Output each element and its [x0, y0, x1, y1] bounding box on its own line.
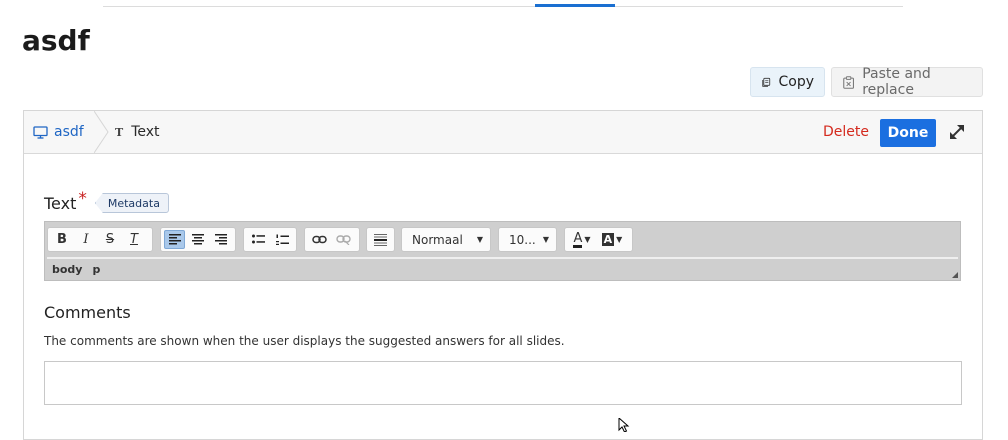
align-left-button[interactable] [164, 230, 186, 249]
breadcrumb-root[interactable]: asdf [24, 111, 103, 153]
unlink-icon [335, 235, 351, 245]
editor-resize-handle[interactable] [952, 272, 958, 278]
text-field-label-row: Text * Metadata [44, 189, 169, 213]
color-group: A ▼ A ▼ [564, 227, 633, 252]
breadcrumb-root-label: asdf [54, 124, 84, 140]
text-color-button[interactable]: A ▼ [568, 230, 596, 249]
top-divider [103, 6, 903, 7]
required-marker: * [78, 189, 87, 209]
numbered-list-button[interactable] [271, 230, 293, 249]
link-group [304, 227, 360, 252]
list-group [243, 227, 297, 252]
font-size-value: 10... [509, 232, 536, 247]
panel-header: asdf T Text Delete Done [24, 111, 982, 154]
font-size-select[interactable]: 10... ▼ [498, 227, 557, 252]
comments-label: Comments [44, 303, 131, 322]
link-button[interactable] [308, 230, 330, 249]
background-color-icon: A [601, 233, 615, 246]
remove-format-button[interactable]: T [123, 230, 145, 249]
align-center-button[interactable] [187, 230, 208, 249]
chevron-down-icon: ▼ [616, 235, 623, 244]
text-color-icon: A [573, 230, 583, 248]
align-left-icon [168, 234, 181, 245]
rich-text-editor: B I S T Normaal ▼ 10... ▼ A ▼ A ▼ body p [44, 221, 961, 281]
chevron-down-icon: ▼ [476, 235, 483, 244]
strikethrough-button[interactable]: S [99, 230, 121, 249]
breadcrumb-current: T Text [115, 111, 160, 153]
horizontal-rule-group [366, 227, 395, 252]
paragraph-format-select[interactable]: Normaal ▼ [401, 227, 491, 252]
align-center-icon [192, 234, 205, 245]
copy-icon [762, 77, 771, 87]
breadcrumb-current-label: Text [131, 124, 160, 140]
chevron-down-icon: ▼ [584, 235, 591, 244]
align-right-button[interactable] [211, 230, 232, 249]
paste-and-replace-button[interactable]: Paste and replace [831, 66, 983, 98]
active-tab-indicator [535, 4, 615, 7]
horizontal-line-button[interactable] [370, 230, 391, 249]
horizontal-line-icon [374, 233, 387, 246]
bulleted-list-button[interactable] [247, 230, 269, 249]
copy-label: Copy [778, 74, 814, 90]
alignment-group [160, 227, 236, 252]
text-field-label: Text [44, 193, 77, 213]
paragraph-format-value: Normaal [412, 232, 463, 247]
bold-button[interactable]: B [51, 230, 73, 249]
chevron-down-icon: ▼ [542, 235, 549, 244]
numbered-list-icon [275, 234, 289, 245]
copy-button[interactable]: Copy [750, 67, 825, 97]
delete-button[interactable]: Delete [823, 124, 869, 140]
done-button[interactable]: Done [880, 119, 936, 147]
element-path-p[interactable]: p [92, 263, 100, 276]
metadata-tag[interactable]: Metadata [94, 193, 169, 213]
editor-divider [47, 257, 958, 259]
unlink-button[interactable] [332, 230, 354, 249]
paste-and-replace-label: Paste and replace [862, 66, 931, 98]
paste-icon [843, 75, 854, 89]
comments-help-text: The comments are shown when the user dis… [44, 334, 565, 348]
page-title: asdf [22, 24, 90, 57]
background-color-button[interactable]: A ▼ [598, 230, 626, 249]
basic-style-group: B I S T [47, 227, 153, 252]
link-icon [311, 235, 327, 244]
comments-input[interactable] [44, 361, 962, 405]
italic-button[interactable]: I [75, 230, 97, 249]
expand-icon[interactable] [947, 122, 967, 142]
element-path-bar: body p [52, 263, 100, 276]
text-type-icon: T [115, 125, 124, 139]
element-path-body[interactable]: body [52, 263, 82, 276]
align-right-icon [215, 234, 228, 245]
bulleted-list-icon [251, 234, 265, 244]
monitor-icon [33, 125, 48, 139]
content-editor-panel: asdf T Text Delete Done Text * Metadata … [23, 110, 983, 440]
